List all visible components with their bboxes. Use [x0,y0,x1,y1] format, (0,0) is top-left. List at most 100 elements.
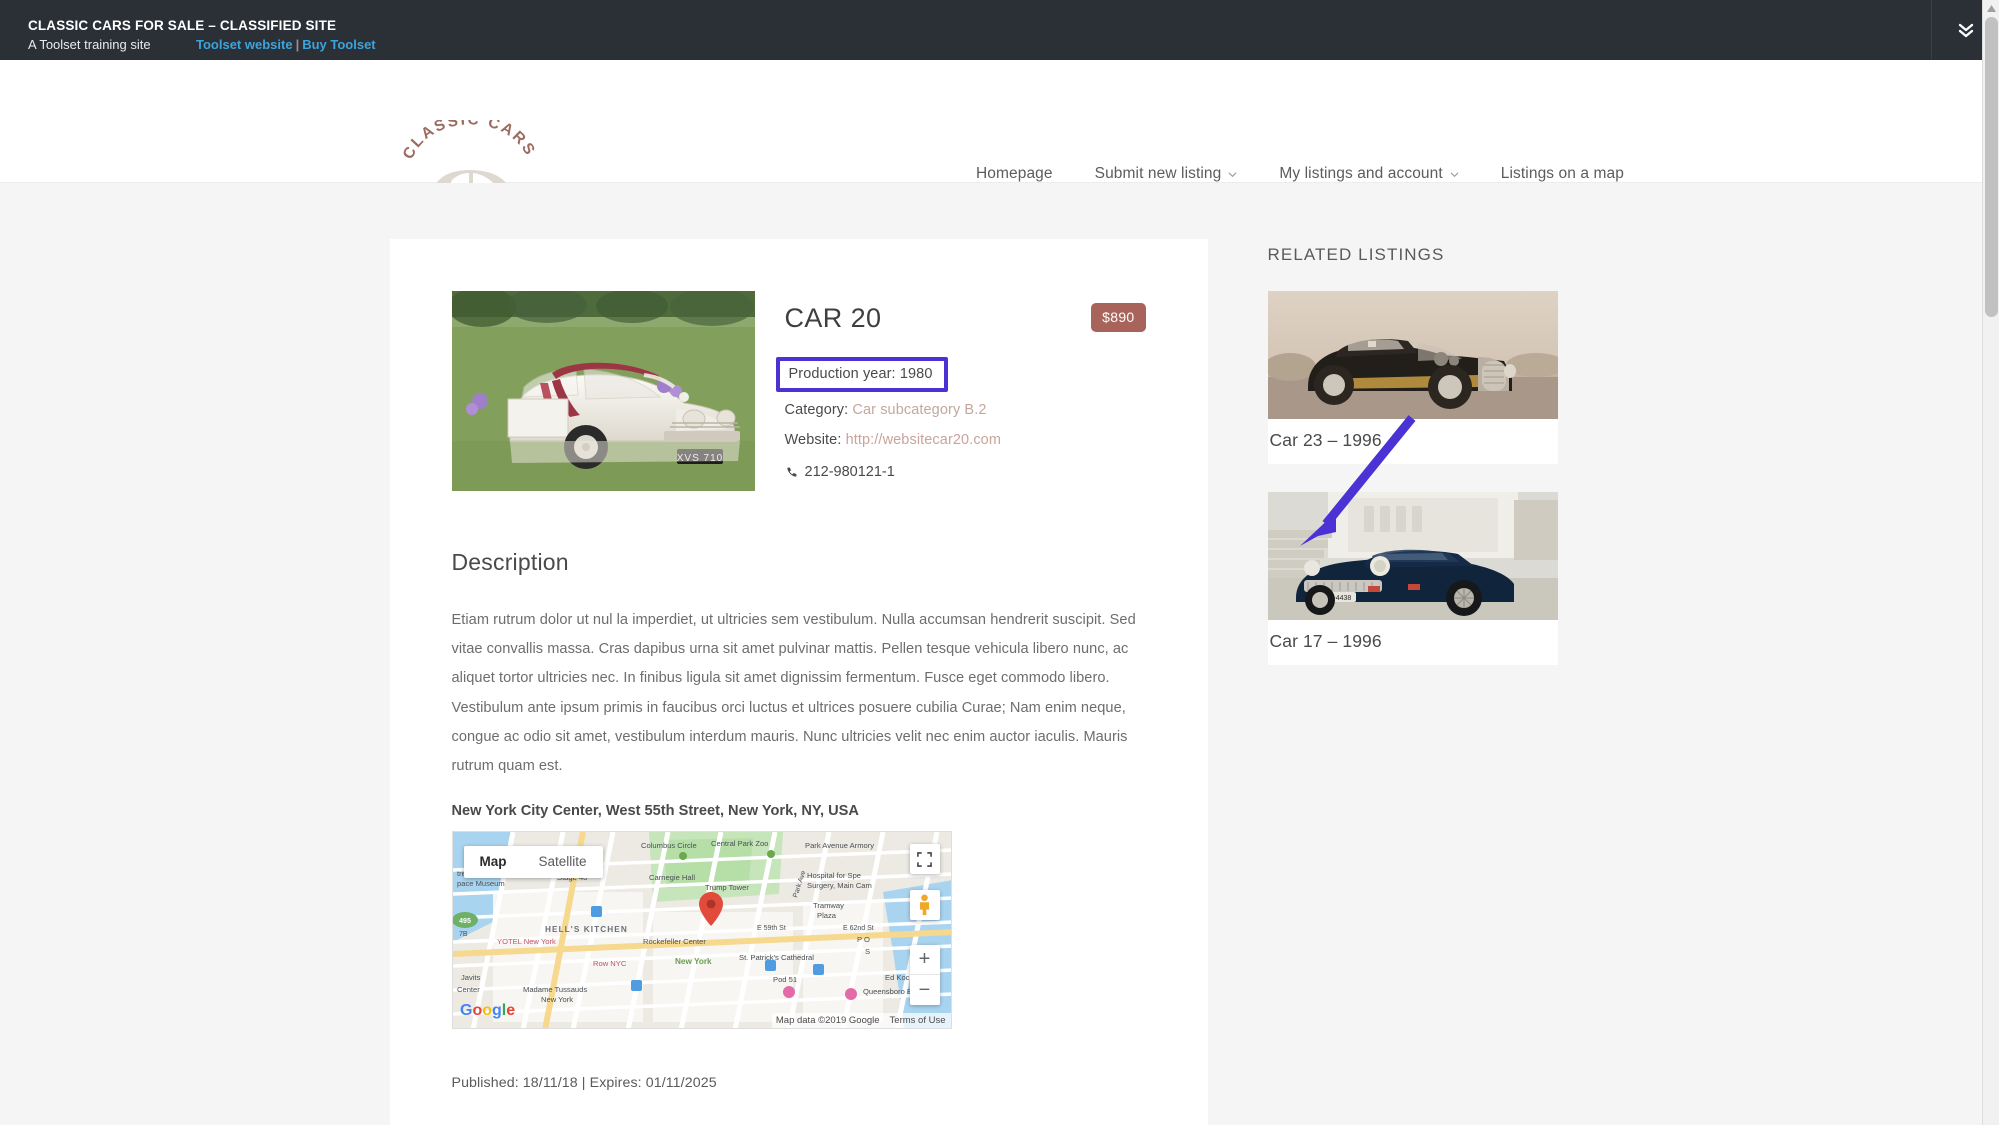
link-separator: | [293,37,303,52]
svg-text:7B: 7B [459,931,468,938]
site-tagline: A Toolset training site [28,37,196,52]
related-listings-heading: RELATED LISTINGS [1268,245,1610,265]
nav-item-my-listings-and-account[interactable]: My listings and account [1258,165,1479,183]
svg-text:E 59th St: E 59th St [757,925,786,932]
svg-text:St. Patrick's Cathedral: St. Patrick's Cathedral [739,953,814,962]
chevron-double-down-icon [1956,20,1976,40]
site-title: CLASSIC CARS FOR SALE – CLASSIFIED SITE [28,18,1931,33]
category-row: Category: Car subcategory B.2 [785,402,1146,418]
svg-text:Central Park Zoo: Central Park Zoo [711,839,768,848]
white-vintage-convertible-car-photo: XVS 710 [452,291,755,491]
listing-card: XVS 710 CAR 20 [390,239,1208,1125]
svg-text:495: 495 [459,918,471,925]
google-logo: Google [460,1000,516,1025]
svg-text:New York: New York [541,995,573,1004]
scrollbar-thumb[interactable] [1985,17,1998,317]
content-wrapper: XVS 710 CAR 20 [390,239,1610,1125]
map-type-map-button[interactable]: Map [464,846,523,878]
map-attribution: Map data ©2019 Google Terms of Use [772,1013,951,1028]
category-label: Category: [785,402,849,418]
svg-text:Javits: Javits [461,973,481,982]
price-badge: $890 [1091,303,1145,332]
publish-expiry-line: Published: 18/11/18 | Expires: 01/11/202… [452,1075,1146,1091]
related-listing-item[interactable]: S-4438 [1268,492,1610,665]
description-text: Etiam rutrum dolor ut nul la imperdiet, … [452,606,1146,781]
svg-text:Carnegie Hall: Carnegie Hall [649,873,695,882]
website-label: Website: [785,432,842,448]
svg-text:S: S [865,947,870,956]
svg-text:Ed Koc: Ed Koc [885,973,910,982]
map-street-view-button[interactable] [910,890,940,920]
toolset-links: Toolset website|Buy Toolset [196,37,376,52]
svg-text:Row NYC: Row NYC [593,959,627,968]
map-zoom-control: + − [910,945,940,1005]
svg-text:Tramway: Tramway [813,901,844,910]
svg-text:P O: P O [857,935,870,944]
map-type-satellite-button[interactable]: Satellite [523,846,603,878]
site-header: CLASSIC CARS FOR SALE Homepage [0,60,1999,183]
page-content: XVS 710 CAR 20 [0,183,1999,1125]
website-link[interactable]: http://websitecar20.com [846,432,1001,448]
toolset-admin-bar: CLASSIC CARS FOR SALE – CLASSIFIED SITE … [0,0,1999,60]
category-link[interactable]: Car subcategory B.2 [852,402,986,418]
black-hot-rod-car-photo [1268,291,1558,419]
location-map[interactable]: Columbus Circle Central Park Zoo Park Av… [452,831,952,1029]
related-listings-sidebar: RELATED LISTINGS [1268,239,1610,1125]
map-fullscreen-button[interactable] [910,844,940,874]
phone-icon [785,466,798,479]
svg-text:Pod 51: Pod 51 [773,975,797,984]
listing-main-photo[interactable]: XVS 710 [452,291,755,491]
nav-item-listings-on-a-map[interactable]: Listings on a map [1480,165,1645,183]
svg-text:Trump Tower: Trump Tower [705,883,749,892]
description-heading: Description [452,549,1146,576]
svg-text:YOTEL New York: YOTEL New York [497,937,556,946]
svg-text:New York: New York [675,957,712,966]
fullscreen-icon [917,852,932,867]
toolset-bar-subrow: A Toolset training site Toolset website|… [28,37,1931,52]
triangle-up-icon [1987,5,1996,12]
svg-text:Park Avenue Armory: Park Avenue Armory [805,841,874,850]
related-listing-item[interactable]: Car 23 – 1996 [1268,291,1610,464]
chevron-down-icon [1228,170,1237,179]
related-listing-title[interactable]: Car 23 – 1996 [1268,419,1558,464]
listing-details: CAR 20 Production year: 1980 Category: C… [785,291,1146,480]
svg-text:E 62nd St: E 62nd St [843,925,874,932]
related-listing-thumbnail[interactable]: S-4438 [1268,492,1558,620]
main-navigation: Homepage Submit new listing My listings … [955,165,1645,183]
svg-text:Rockefeller Center: Rockefeller Center [643,937,706,946]
production-year-label: Production year: [789,366,896,382]
nav-item-homepage[interactable]: Homepage [955,165,1074,183]
listing-summary: XVS 710 CAR 20 [452,291,1146,491]
street-view-pegman-icon [916,894,933,916]
page-scrollbar[interactable] [1982,0,1999,1125]
related-listing-title[interactable]: Car 17 – 1996 [1268,620,1558,665]
phone-row: 212-980121-1 [785,464,1146,480]
website-row: Website: http://websitecar20.com [785,432,1146,448]
dark-blue-classic-convertible-photo: S-4438 [1268,492,1558,620]
related-listing-thumbnail[interactable] [1268,291,1558,419]
svg-text:Hospital for Spe: Hospital for Spe [807,871,861,880]
nav-label: Homepage [976,165,1053,183]
map-terms-link[interactable]: Terms of Use [890,1015,946,1026]
svg-text:Columbus Circle: Columbus Circle [641,841,697,850]
toolset-website-link[interactable]: Toolset website [196,37,293,52]
production-year-value: 1980 [900,366,933,382]
nav-item-submit-new-listing[interactable]: Submit new listing [1074,165,1259,183]
production-year-row: Production year: 1980 [776,357,948,392]
svg-text:Center: Center [457,985,480,994]
listing-address: New York City Center, West 55th Street, … [452,803,1146,819]
map-zoom-out-button[interactable]: − [910,975,940,1005]
scrollbar-up-arrow[interactable] [1983,0,1999,17]
map-type-control: Map Satellite [464,846,603,878]
svg-text:pace Museum: pace Museum [457,879,505,888]
map-zoom-in-button[interactable]: + [910,945,940,975]
nav-label: Submit new listing [1095,165,1222,183]
phone-number: 212-980121-1 [805,464,895,480]
chevron-down-icon [1450,170,1459,179]
svg-text:Surgery, Main Cam: Surgery, Main Cam [807,881,872,890]
svg-text:Madame Tussauds: Madame Tussauds [523,985,587,994]
svg-text:Plaza: Plaza [817,911,837,920]
toolset-bar-content: CLASSIC CARS FOR SALE – CLASSIFIED SITE … [0,0,1931,60]
svg-text:Google: Google [460,1002,515,1019]
buy-toolset-link[interactable]: Buy Toolset [302,37,375,52]
